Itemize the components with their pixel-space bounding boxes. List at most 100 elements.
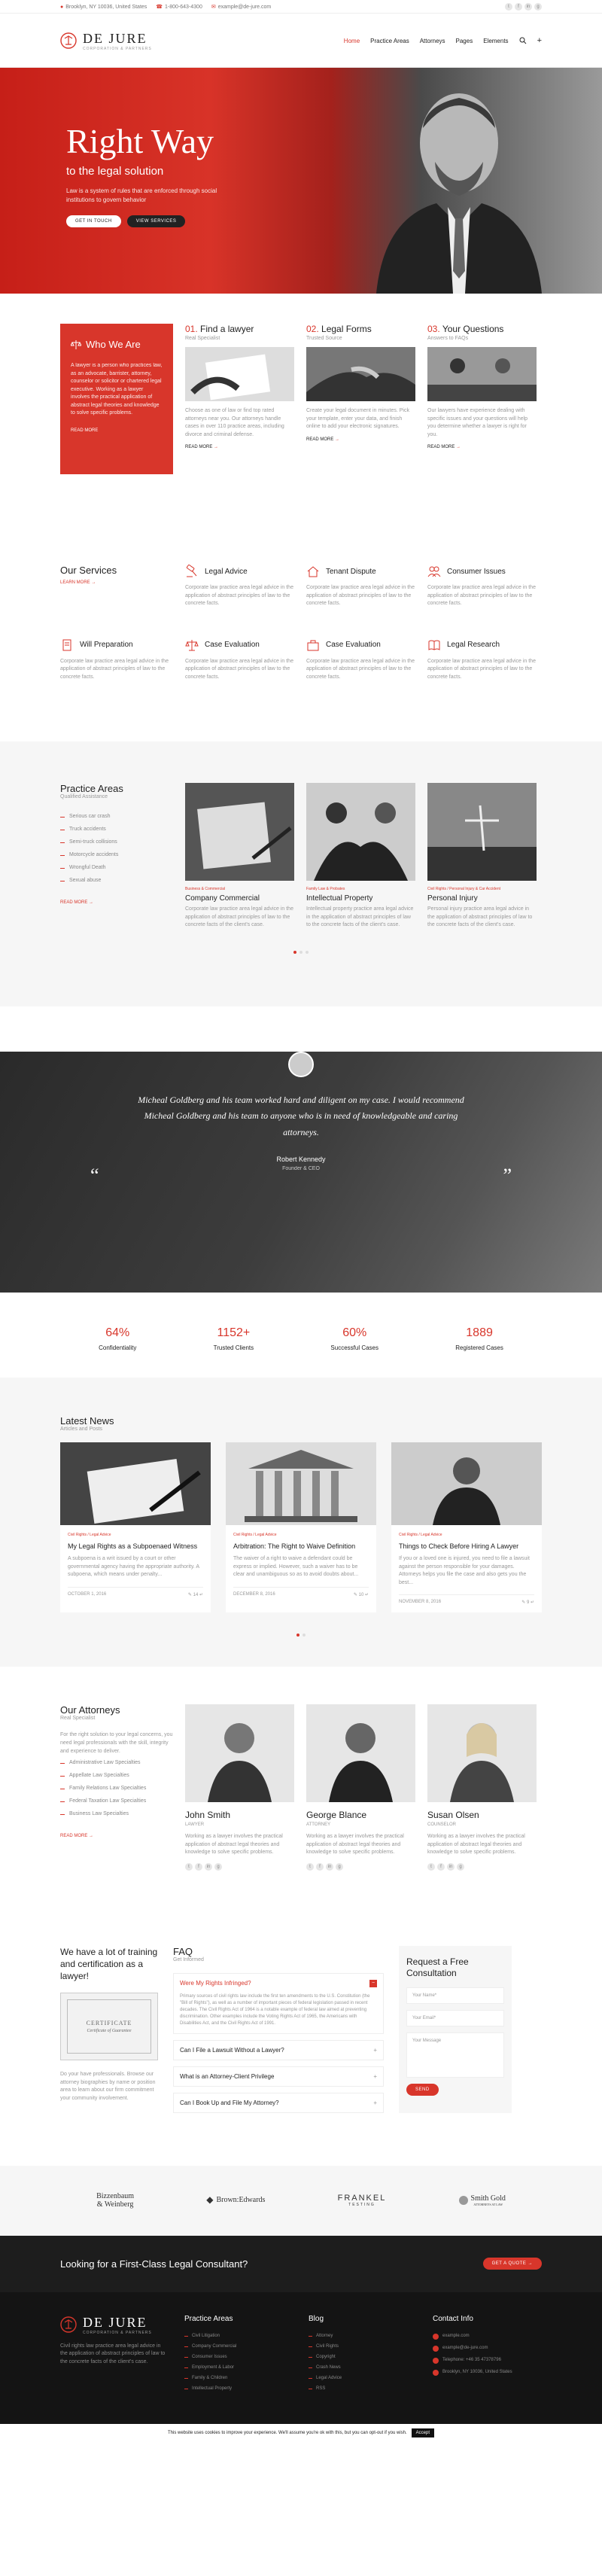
nav-home[interactable]: Home — [344, 38, 360, 44]
faq-item[interactable]: Can I File a Lawsuit Without a Lawyer? + — [173, 2039, 384, 2060]
attorney-card[interactable]: Susan Olsen COUNSELOR Working as a lawye… — [427, 1704, 537, 1871]
facebook-icon[interactable]: f — [437, 1862, 445, 1871]
email-info[interactable]: ✉ example@de-jure.com — [211, 4, 271, 11]
practice-list-item[interactable]: Sexual abuse — [60, 874, 173, 887]
twitter-icon[interactable]: t — [185, 1862, 193, 1871]
attorney-card[interactable]: John Smith LAWYER Working as a lawyer in… — [185, 1704, 294, 1871]
email-field[interactable]: Your Email* — [406, 2009, 504, 2026]
twitter-icon[interactable]: t — [505, 3, 512, 11]
partner-logo[interactable]: FRANKEL TESTING — [338, 2194, 387, 2207]
google-icon[interactable]: g — [336, 1862, 343, 1871]
share-icon[interactable]: ↵ — [531, 1600, 534, 1605]
feature-read-more-link[interactable]: READ MORE → — [306, 437, 415, 442]
attorneys-read-more-link[interactable]: READ MORE → — [60, 1834, 173, 1838]
footer-link[interactable]: Civil Litigation — [184, 2331, 293, 2341]
twitter-icon[interactable]: t — [427, 1862, 435, 1871]
carousel-dot[interactable] — [299, 950, 303, 954]
nav-attorneys[interactable]: Attorneys — [420, 38, 445, 44]
practice-list-item[interactable]: Serious car crash — [60, 810, 173, 823]
who-read-more-link[interactable]: READ MORE — [71, 428, 163, 433]
contact-phone[interactable]: Telephone: +46 35 47378796 — [433, 2355, 542, 2367]
google-icon[interactable]: g — [534, 3, 542, 11]
nav-practice-areas[interactable]: Practice Areas — [370, 38, 409, 44]
facebook-icon[interactable]: f — [515, 3, 522, 11]
practice-card[interactable]: Family Law & Probates Intellectual Prope… — [306, 783, 415, 930]
faq-item[interactable]: Can I Book Up and File My Attorney? + — [173, 2092, 384, 2113]
news-card[interactable]: Civil Rights / Legal Advice My Legal Righ… — [60, 1442, 211, 1613]
nav-elements[interactable]: Elements — [483, 38, 508, 44]
faq-item[interactable]: What is an Attorney-Client Privilege + — [173, 2066, 384, 2087]
plus-icon[interactable]: + — [373, 2073, 377, 2080]
footer-link[interactable]: Copyright — [309, 2352, 418, 2362]
news-title-link[interactable]: My Legal Rights as a Subpoenaed Witness — [68, 1542, 203, 1551]
facebook-icon[interactable]: f — [195, 1862, 202, 1871]
practice-list-item[interactable]: Truck accidents — [60, 823, 173, 836]
google-icon[interactable]: g — [214, 1862, 222, 1871]
service-item[interactable]: Legal Advice Corporate law practice area … — [185, 565, 294, 608]
plus-icon[interactable]: + — [373, 2099, 377, 2106]
feature-read-more-link[interactable]: READ MORE → — [427, 445, 537, 449]
search-icon[interactable] — [519, 37, 527, 44]
footer-link[interactable]: RSS — [309, 2383, 418, 2394]
news-card[interactable]: Civil Rights / Legal Advice Things to Che… — [391, 1442, 542, 1613]
plus-icon[interactable]: + — [373, 2047, 377, 2054]
practice-card[interactable]: Civil Rights / Personal Injury & Car Acc… — [427, 783, 537, 930]
footer-link[interactable]: Civil Rights — [309, 2341, 418, 2352]
partner-logo[interactable]: ◆ Brown:Edwards — [206, 2194, 265, 2206]
footer-link[interactable]: Consumer Issues — [184, 2352, 293, 2362]
service-item[interactable]: Will Preparation Corporate law practice a… — [60, 638, 173, 682]
news-title-link[interactable]: Arbitration: The Right to Waive Definiti… — [233, 1542, 369, 1551]
specialty-item[interactable]: Administrative Law Specialties — [60, 1756, 173, 1769]
carousel-dot[interactable] — [296, 1634, 299, 1637]
twitter-icon[interactable]: t — [306, 1862, 314, 1871]
footer-link[interactable]: Company Commercial — [184, 2341, 293, 2352]
share-icon[interactable]: ↵ — [199, 1593, 203, 1597]
specialty-item[interactable]: Appellate Law Specialties — [60, 1769, 173, 1782]
service-item[interactable]: Consumer Issues Corporate law practice ar… — [427, 565, 537, 608]
specialty-item[interactable]: Family Relations Law Specialties — [60, 1782, 173, 1795]
linkedin-icon[interactable]: in — [205, 1862, 212, 1871]
practice-card[interactable]: Business & Commercial Company Commercial… — [185, 783, 294, 930]
plus-icon[interactable]: + — [537, 36, 542, 45]
partner-logo[interactable]: Bizzenbaum & Weinberg — [96, 2192, 134, 2209]
cookie-accept-button[interactable]: Accept — [411, 2428, 434, 2437]
footer-link[interactable]: Legal Advice — [309, 2373, 418, 2383]
partner-logo[interactable]: Smith Gold ATTORNEYS AT LAW — [458, 2194, 506, 2206]
linkedin-icon[interactable]: in — [524, 3, 532, 11]
practice-list-item[interactable]: Semi-truck collisions — [60, 836, 173, 848]
google-icon[interactable]: g — [457, 1862, 464, 1871]
message-field[interactable]: Your Message — [406, 2032, 504, 2078]
carousel-dot[interactable] — [293, 950, 296, 954]
attorney-card[interactable]: George Blance ATTORNEY Working as a lawy… — [306, 1704, 415, 1871]
contact-website[interactable]: example.com — [433, 2331, 542, 2343]
news-card[interactable]: Civil Rights / Legal Advice Arbitration: … — [226, 1442, 376, 1613]
linkedin-icon[interactable]: in — [447, 1862, 455, 1871]
linkedin-icon[interactable]: in — [326, 1862, 333, 1871]
practice-read-more-link[interactable]: READ MORE → — [60, 900, 173, 905]
service-item[interactable]: Legal Research Corporate law practice are… — [427, 638, 537, 682]
footer-link[interactable]: Attorney — [309, 2331, 418, 2341]
service-item[interactable]: Case Evaluation Corporate law practice ar… — [306, 638, 415, 682]
carousel-dot[interactable] — [303, 1634, 306, 1637]
practice-list-item[interactable]: Wrongful Death — [60, 861, 173, 874]
logo[interactable]: DE JURE CORPORATION & PARTNERS — [60, 31, 152, 51]
view-services-button[interactable]: VIEW SERVICES — [126, 215, 186, 227]
phone-info[interactable]: ☎ 1-800-643-4300 — [156, 4, 202, 11]
share-icon[interactable]: ↵ — [365, 1593, 369, 1597]
specialty-item[interactable]: Federal Taxation Law Specialties — [60, 1795, 173, 1807]
service-item[interactable]: Case Evaluation Corporate law practice ar… — [185, 638, 294, 682]
get-in-touch-button[interactable]: GET IN TOUCH — [66, 215, 121, 227]
get-quote-button[interactable]: GET A QUOTE → — [482, 2258, 542, 2270]
footer-link[interactable]: Intellectual Property — [184, 2383, 293, 2394]
faq-item-open[interactable]: Were My Rights Infringed? − Primary source… — [173, 1972, 384, 2034]
footer-link[interactable]: Crash News — [309, 2362, 418, 2373]
footer-link[interactable]: Family & Children — [184, 2373, 293, 2383]
practice-list-item[interactable]: Motorcycle accidents — [60, 848, 173, 861]
specialty-item[interactable]: Business Law Specialties — [60, 1807, 173, 1820]
facebook-icon[interactable]: f — [316, 1862, 324, 1871]
feature-read-more-link[interactable]: READ MORE → — [185, 445, 294, 449]
name-field[interactable]: Your Name* — [406, 1987, 504, 2004]
nav-pages[interactable]: Pages — [456, 38, 473, 44]
services-learn-more-link[interactable]: LEARN MORE → — [60, 580, 173, 585]
contact-email[interactable]: example@de-jure.com — [433, 2343, 542, 2355]
